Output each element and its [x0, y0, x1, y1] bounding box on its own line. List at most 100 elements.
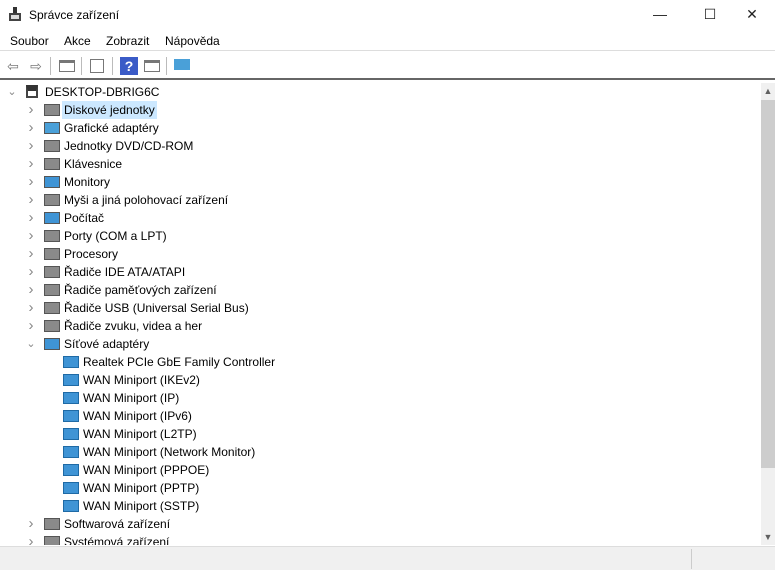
show-hide-action-pane-button[interactable]: [143, 57, 161, 75]
network-adapter-icon: [63, 500, 79, 512]
show-hide-console-tree-button[interactable]: [58, 57, 76, 75]
computer-icon: [44, 212, 60, 224]
network-adapter-icon: [63, 482, 79, 494]
minimize-button[interactable]: —: [637, 0, 683, 30]
sound-icon: [44, 320, 60, 332]
menu-bar: Soubor Akce Zobrazit Nápověda: [0, 31, 775, 51]
back-button[interactable]: ⇦: [4, 57, 22, 75]
network-adapter-icon: [63, 446, 79, 458]
tree-category[interactable]: ⌄ Síťové adaptéry: [0, 335, 760, 353]
help-button[interactable]: ?: [120, 57, 138, 75]
dvd-drive-icon: [44, 140, 60, 152]
network-adapter-icon: [63, 392, 79, 404]
device-label: Realtek PCIe GbE Family Controller: [83, 355, 276, 369]
network-adapter-icon: [44, 338, 60, 350]
disk-drive-icon: [44, 104, 60, 116]
tree-device[interactable]: WAN Miniport (Network Monitor): [0, 443, 760, 461]
tree-category[interactable]: › Řadiče zvuku, videa a her: [0, 317, 760, 335]
scroll-up-arrow-icon[interactable]: ▲: [761, 86, 775, 96]
processor-icon: [44, 248, 60, 260]
usb-icon: [44, 302, 60, 314]
display-adapter-icon: [44, 122, 60, 134]
tree-category[interactable]: › Myši a jiná polohovací zařízení: [0, 191, 760, 209]
tree-device[interactable]: WAN Miniport (IPv6): [0, 407, 760, 425]
close-button[interactable]: ✕: [729, 0, 775, 30]
tree-device[interactable]: Realtek PCIe GbE Family Controller: [0, 353, 760, 371]
vertical-scrollbar[interactable]: ▲ ▼: [761, 83, 775, 545]
chevron-down-icon[interactable]: ⌄: [26, 335, 36, 353]
chevron-right-icon[interactable]: ›: [26, 299, 36, 317]
separator: [112, 57, 113, 75]
properties-button[interactable]: [88, 57, 106, 75]
category-label: Porty (COM a LPT): [64, 229, 167, 243]
category-label: Řadiče IDE ATA/ATAPI: [64, 265, 186, 279]
chevron-right-icon[interactable]: ›: [26, 119, 36, 137]
tree-device[interactable]: WAN Miniport (IKEv2): [0, 371, 760, 389]
scrollbar-thumb[interactable]: [761, 100, 775, 468]
tree-device[interactable]: WAN Miniport (IP): [0, 389, 760, 407]
menu-zobrazit[interactable]: Zobrazit: [106, 34, 149, 48]
tree-category[interactable]: › Řadiče USB (Universal Serial Bus): [0, 299, 760, 317]
menu-napoveda[interactable]: Nápověda: [165, 34, 220, 48]
storage-controller-icon: [44, 284, 60, 296]
separator: [50, 57, 51, 75]
properties-icon: [90, 59, 104, 73]
device-label: WAN Miniport (Network Monitor): [83, 445, 256, 459]
device-manager-icon: [9, 7, 21, 21]
status-bar: [0, 546, 775, 570]
toolbar: ⇦ ⇨ ?: [0, 52, 775, 80]
device-label: WAN Miniport (IKEv2): [83, 373, 200, 387]
tree-category[interactable]: › Řadiče IDE ATA/ATAPI: [0, 263, 760, 281]
chevron-right-icon[interactable]: ›: [26, 515, 36, 533]
tree-category[interactable]: › Počítač: [0, 209, 760, 227]
tree-device[interactable]: WAN Miniport (PPTP): [0, 479, 760, 497]
tree-device[interactable]: WAN Miniport (L2TP): [0, 425, 760, 443]
maximize-button[interactable]: ☐: [687, 0, 733, 30]
console-tree-icon: [59, 60, 75, 72]
chevron-right-icon[interactable]: ›: [26, 209, 36, 227]
root-label: DESKTOP-DBRIG6C: [45, 85, 160, 99]
network-adapter-icon: [63, 356, 79, 368]
tree-category[interactable]: › Klávesnice: [0, 155, 760, 173]
chevron-right-icon[interactable]: ›: [26, 173, 36, 191]
category-label: Grafické adaptéry: [64, 121, 159, 135]
port-icon: [44, 230, 60, 242]
tree-category[interactable]: › Porty (COM a LPT): [0, 227, 760, 245]
device-label: WAN Miniport (PPTP): [83, 481, 200, 495]
chevron-right-icon[interactable]: ›: [26, 137, 36, 155]
ide-controller-icon: [44, 266, 60, 278]
category-label: Monitory: [64, 175, 111, 189]
chevron-right-icon[interactable]: ›: [26, 533, 36, 545]
category-label: Klávesnice: [64, 157, 123, 171]
tree-category[interactable]: › Monitory: [0, 173, 760, 191]
tree-root[interactable]: ⌄ DESKTOP-DBRIG6C: [0, 83, 760, 101]
scan-hardware-button[interactable]: [173, 57, 191, 75]
chevron-right-icon[interactable]: ›: [26, 191, 36, 209]
tree-category[interactable]: › Systémová zařízení: [0, 533, 760, 545]
chevron-right-icon[interactable]: ›: [26, 263, 36, 281]
chevron-right-icon[interactable]: ›: [26, 155, 36, 173]
tree-category[interactable]: › Procesory: [0, 245, 760, 263]
tree-category[interactable]: › Softwarová zařízení: [0, 515, 760, 533]
chevron-right-icon[interactable]: ›: [26, 245, 36, 263]
scan-monitor-icon: [174, 59, 190, 70]
tree-category[interactable]: › Řadiče paměťových zařízení: [0, 281, 760, 299]
status-divider: [691, 549, 692, 569]
chevron-right-icon[interactable]: ›: [26, 227, 36, 245]
scroll-down-arrow-icon[interactable]: ▼: [761, 532, 775, 542]
tree-category[interactable]: › Diskové jednotky: [0, 101, 760, 119]
window-title: Správce zařízení: [29, 8, 120, 22]
menu-akce[interactable]: Akce: [64, 34, 91, 48]
menu-soubor[interactable]: Soubor: [10, 34, 49, 48]
chevron-down-icon[interactable]: ⌄: [7, 83, 17, 101]
tree-category[interactable]: › Jednotky DVD/CD-ROM: [0, 137, 760, 155]
chevron-right-icon[interactable]: ›: [26, 317, 36, 335]
chevron-right-icon[interactable]: ›: [26, 101, 36, 119]
monitor-icon: [44, 176, 60, 188]
tree-category[interactable]: › Grafické adaptéry: [0, 119, 760, 137]
tree-device[interactable]: WAN Miniport (SSTP): [0, 497, 760, 515]
tree-device[interactable]: WAN Miniport (PPPOE): [0, 461, 760, 479]
category-label: Systémová zařízení: [64, 535, 170, 545]
chevron-right-icon[interactable]: ›: [26, 281, 36, 299]
forward-button[interactable]: ⇨: [27, 57, 45, 75]
